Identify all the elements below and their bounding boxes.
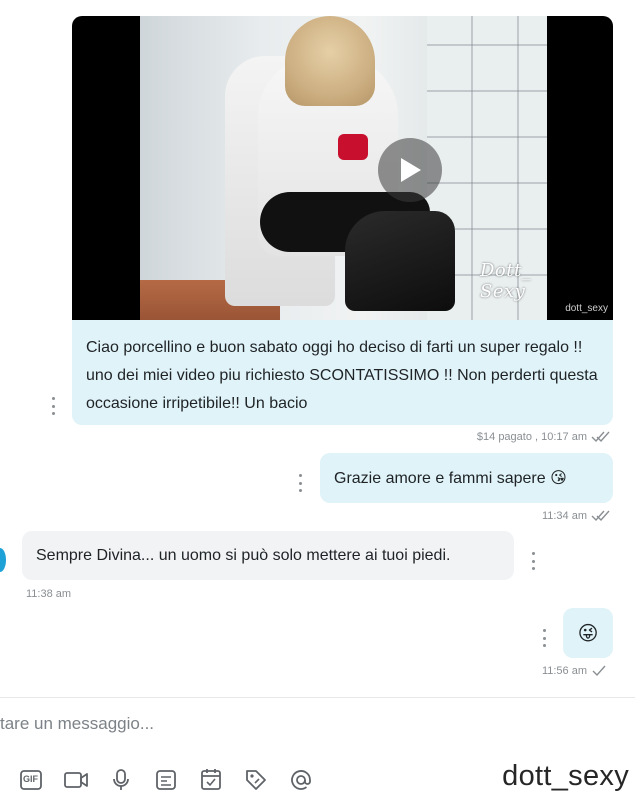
message-bubble-outgoing[interactable]: 😜 [563, 608, 613, 658]
video-caption: Ciao porcellino e buon sabato oggi ho de… [86, 339, 598, 412]
video-camera-icon[interactable] [63, 767, 89, 793]
message-options-icon[interactable] [531, 552, 535, 570]
message-time: 11:56 am [541, 665, 587, 677]
video-message[interactable]: Dott_ Sexy dott_sexy Ciao porcellino e b… [72, 16, 613, 425]
video-thumbnail: Dott_ Sexy [140, 16, 547, 320]
play-button[interactable] [378, 138, 442, 202]
microphone-icon[interactable] [108, 767, 134, 793]
play-icon [401, 158, 421, 182]
double-check-icon [591, 431, 610, 443]
thumbnail-figure-top [338, 134, 368, 160]
message-options-icon[interactable] [51, 397, 55, 415]
message-time: 11:34 am [541, 510, 587, 522]
composer-divider [0, 697, 635, 698]
video-script-watermark: Dott_ Sexy [480, 260, 532, 302]
message-input[interactable] [0, 710, 620, 738]
brand-watermark: dott_sexy [502, 760, 629, 792]
video-player[interactable]: Dott_ Sexy dott_sexy [72, 16, 613, 320]
thumbnail-figure-hair [285, 16, 375, 106]
message-options-icon[interactable] [298, 474, 302, 492]
double-check-icon [591, 510, 610, 522]
gif-icon[interactable]: GIF [18, 767, 44, 793]
payment-status: $14 pagato , 10:17 am [476, 431, 587, 443]
video-handle-watermark: dott_sexy [565, 303, 608, 314]
check-icon [592, 665, 606, 677]
at-sign-icon[interactable] [288, 767, 314, 793]
message-text: Grazie amore e fammi sapere 😘 [334, 470, 567, 487]
message-meta: 11:38 am [26, 588, 71, 600]
message-options-icon[interactable] [542, 629, 546, 647]
poll-icon[interactable] [153, 767, 179, 793]
calendar-icon[interactable] [198, 766, 224, 792]
message-meta: 11:56 am [542, 665, 607, 677]
video-message-meta: $14 pagato , 10:17 am [477, 431, 611, 443]
message-bubble-incoming[interactable]: Sempre Divina... un uomo si può solo met… [22, 531, 514, 580]
avatar[interactable] [0, 548, 6, 572]
price-tag-icon[interactable] [243, 767, 269, 793]
message-bubble-outgoing[interactable]: Grazie amore e fammi sapere 😘 [320, 453, 613, 503]
message-meta: 11:34 am [542, 510, 611, 522]
gif-label: GIF [23, 774, 38, 784]
message-text: 😜 [577, 622, 599, 645]
message-time: 11:38 am [26, 588, 72, 600]
message-text: Sempre Divina... un uomo si può solo met… [36, 546, 451, 564]
thumbnail-figure-legs [345, 211, 455, 311]
